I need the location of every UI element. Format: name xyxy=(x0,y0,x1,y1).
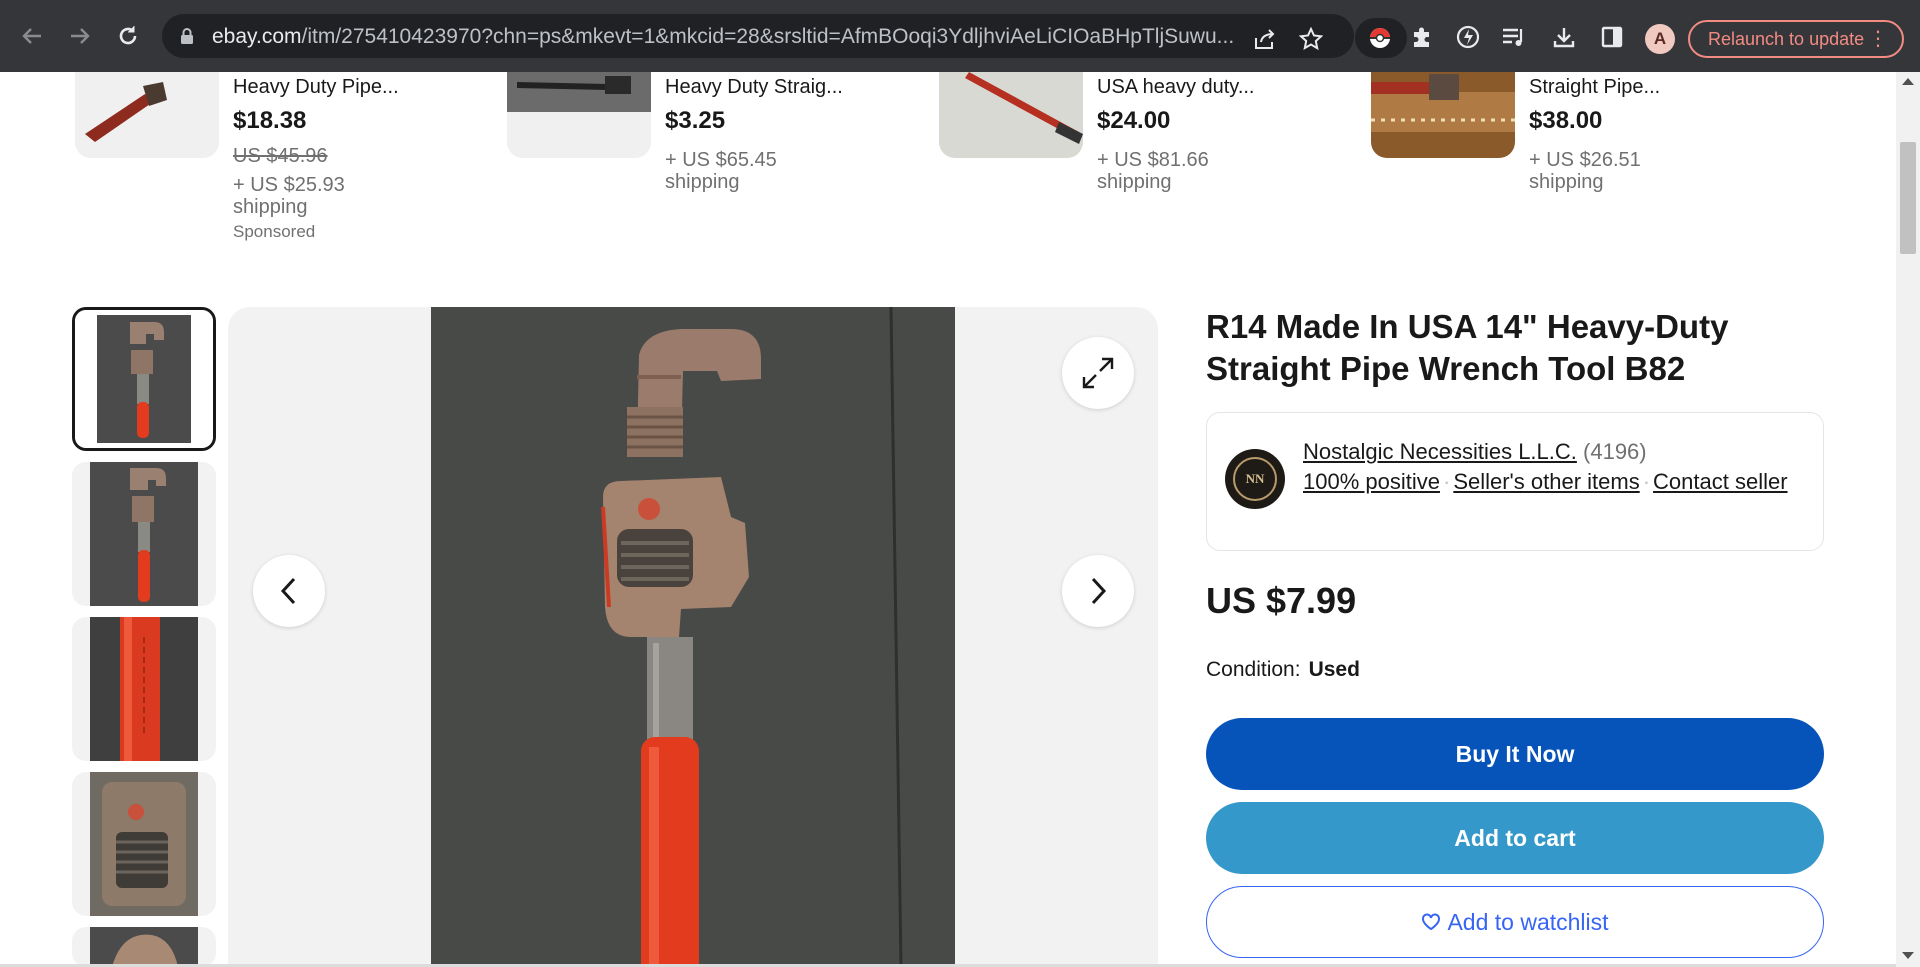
separator-dot: · xyxy=(1642,469,1651,494)
product-price: US $7.99 xyxy=(1206,580,1357,621)
related-item-title[interactable]: Heavy Duty Pipe... xyxy=(233,72,473,102)
next-image-button[interactable] xyxy=(1062,555,1134,627)
product-title: R14 Made In USA 14" Heavy-Duty Straight … xyxy=(1206,308,1729,387)
pipe-wrench-photo xyxy=(507,72,651,158)
star-icon xyxy=(1299,27,1323,51)
pipe-wrench-photo xyxy=(1371,72,1515,158)
browser-toolbar: ebay.com/itm/275410423970?chn=ps&mkevt=1… xyxy=(0,0,1920,72)
reload-icon xyxy=(119,26,137,45)
share-icon xyxy=(1255,29,1275,49)
related-item-original-price: US $45.96 xyxy=(233,145,328,167)
seller-feedback-count: (4196) xyxy=(1583,439,1647,464)
wrench-thumbnail-image xyxy=(90,462,198,606)
address-bar[interactable]: ebay.com/itm/275410423970?chn=ps&mkevt=1… xyxy=(162,14,1354,58)
separator-dot: · xyxy=(1442,469,1451,494)
seller-logo[interactable]: NN xyxy=(1225,449,1285,509)
seller-name-link[interactable]: Nostalgic Necessities L.L.C. xyxy=(1303,439,1577,464)
related-item-shipping: + US $81.66 shipping xyxy=(1097,149,1209,193)
page-scrollbar[interactable] xyxy=(1896,72,1920,967)
condition-row: Condition: Used xyxy=(1206,658,1360,682)
add-to-cart-button[interactable]: Add to cart xyxy=(1206,802,1824,874)
relaunch-label: Relaunch to update xyxy=(1708,28,1865,49)
thumbnail-2[interactable] xyxy=(72,462,216,606)
pipe-wrench-photo xyxy=(939,72,1083,158)
scrollbar-thumb[interactable] xyxy=(1900,142,1916,254)
seller-info: Nostalgic Necessities L.L.C. (4196) 100%… xyxy=(1303,437,1803,497)
add-to-watchlist-label: Add to watchlist xyxy=(1447,908,1609,935)
related-item-title[interactable]: Straight Pipe... xyxy=(1529,72,1769,102)
scroll-down-arrow-icon[interactable] xyxy=(1902,952,1914,959)
related-item-shipping: + US $25.93 shipping xyxy=(233,174,345,218)
related-item-image[interactable] xyxy=(1371,72,1515,158)
related-item-image[interactable] xyxy=(507,72,651,158)
related-item-price: $18.38 xyxy=(233,107,307,134)
side-panel-icon xyxy=(1601,26,1623,48)
related-item-price: $24.00 xyxy=(1097,107,1171,134)
related-item-shipping: + US $65.45 shipping xyxy=(665,149,777,193)
chevron-left-icon xyxy=(280,577,296,605)
thumbnail-3[interactable] xyxy=(72,617,216,761)
pipe-wrench-image xyxy=(431,307,955,967)
downloads-button[interactable] xyxy=(1549,22,1579,52)
side-panel-button[interactable] xyxy=(1597,22,1627,52)
related-item-title[interactable]: Heavy Duty Straig... xyxy=(665,72,905,102)
seller-card: NN Nostalgic Necessities L.L.C. (4196) 1… xyxy=(1206,412,1824,551)
buy-it-now-button[interactable]: Buy It Now xyxy=(1206,718,1824,790)
related-item-image[interactable] xyxy=(75,72,219,158)
lock-icon xyxy=(181,28,193,44)
profile-avatar[interactable]: A xyxy=(1645,24,1675,54)
pipe-wrench-photo xyxy=(75,72,219,158)
sponsored-label: Sponsored xyxy=(233,222,316,241)
chevron-right-icon xyxy=(1091,577,1107,605)
thumbnail-5[interactable] xyxy=(72,927,216,967)
product-photo[interactable] xyxy=(431,307,955,967)
extension-pokeball[interactable] xyxy=(1355,18,1407,58)
related-item-shipping: + US $26.51 shipping xyxy=(1529,149,1641,193)
speedometer-icon xyxy=(1456,25,1480,49)
relaunch-button[interactable]: Relaunch to update ⋮ xyxy=(1688,20,1904,58)
thumbnail-4[interactable] xyxy=(72,772,216,916)
share-button[interactable] xyxy=(1252,26,1278,52)
pokeball-icon xyxy=(1370,28,1390,48)
back-button[interactable] xyxy=(14,18,50,54)
seller-logo-text: NN xyxy=(1233,457,1277,501)
scroll-up-arrow-icon[interactable] xyxy=(1902,78,1914,85)
condition-value: Used xyxy=(1308,658,1360,681)
reload-button[interactable] xyxy=(110,18,146,54)
bookmark-button[interactable] xyxy=(1298,26,1324,52)
forward-button[interactable] xyxy=(62,18,98,54)
media-control-button[interactable] xyxy=(1499,22,1529,52)
wrench-thumbnail-image xyxy=(90,617,198,761)
download-icon xyxy=(1553,28,1575,48)
expand-icon xyxy=(1082,357,1114,389)
url-text: ebay.com/itm/275410423970?chn=ps&mkevt=1… xyxy=(212,25,1235,48)
performance-button[interactable] xyxy=(1453,22,1483,52)
seller-other-items-link[interactable]: Seller's other items xyxy=(1453,469,1639,494)
wrench-thumbnail-image xyxy=(90,772,198,916)
extensions-button[interactable] xyxy=(1407,22,1437,52)
main-image-viewer[interactable] xyxy=(228,307,1158,967)
seller-positive-link[interactable]: 100% positive xyxy=(1303,469,1440,494)
related-item-title[interactable]: USA heavy duty... xyxy=(1097,72,1337,102)
condition-label: Condition: xyxy=(1206,658,1301,681)
related-item-image[interactable] xyxy=(939,72,1083,158)
playlist-icon xyxy=(1503,28,1523,46)
related-items: Heavy Duty Pipe... $18.38 US $45.96 + US… xyxy=(0,72,1896,262)
heart-icon xyxy=(1422,913,1441,931)
arrow-right-icon xyxy=(71,28,90,44)
thumbnail-1[interactable] xyxy=(72,307,216,451)
wrench-thumbnail-image xyxy=(90,927,198,967)
previous-image-button[interactable] xyxy=(253,555,325,627)
related-item-price: $38.00 xyxy=(1529,107,1603,134)
fullscreen-button[interactable] xyxy=(1062,337,1134,409)
wrench-thumbnail-image xyxy=(75,310,213,448)
related-item-price: $3.25 xyxy=(665,107,726,134)
arrow-left-icon xyxy=(22,28,41,44)
contact-seller-link[interactable]: Contact seller xyxy=(1653,469,1788,494)
add-to-watchlist-button[interactable]: Add to watchlist xyxy=(1206,886,1824,958)
puzzle-icon xyxy=(1414,27,1429,47)
more-vert-icon: ⋮ xyxy=(1868,28,1888,50)
